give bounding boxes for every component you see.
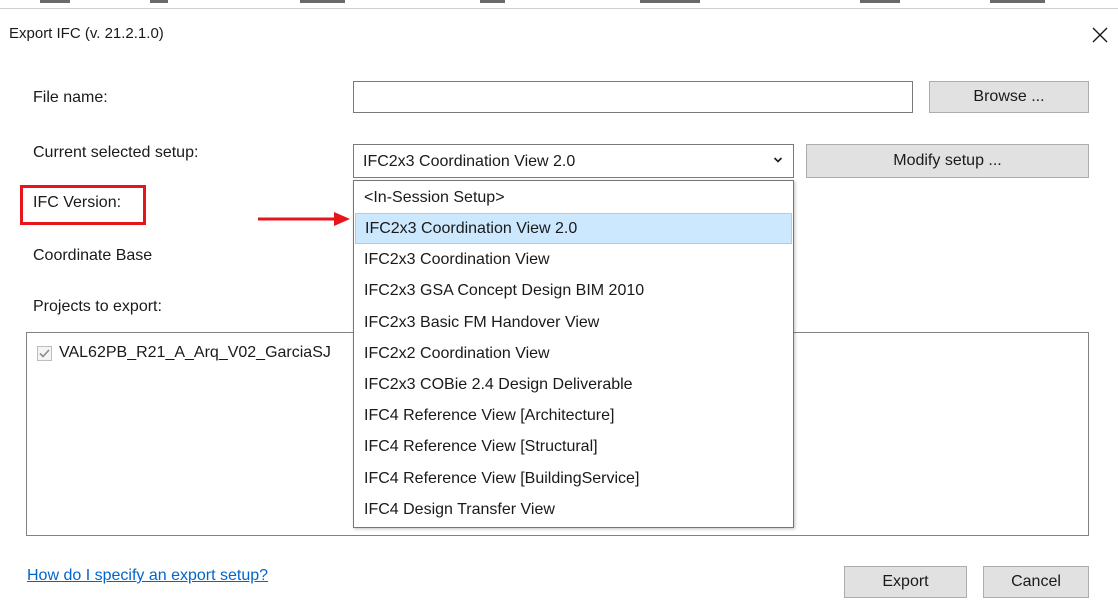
setup-dropdown-list: <In-Session Setup> IFC2x3 Coordination V… bbox=[353, 180, 794, 528]
annotation-highlight-box bbox=[20, 185, 146, 225]
close-button[interactable] bbox=[1082, 15, 1118, 55]
help-link[interactable]: How do I specify an export setup? bbox=[27, 567, 268, 585]
browse-button[interactable]: Browse ... bbox=[929, 81, 1089, 113]
background-app-strip bbox=[0, 0, 1118, 8]
export-ifc-dialog: Export IFC (v. 21.2.1.0) File name: Brow… bbox=[0, 8, 1118, 603]
cancel-button[interactable]: Cancel bbox=[983, 566, 1089, 598]
projects-label: Projects to export: bbox=[33, 298, 162, 315]
modify-setup-button[interactable]: Modify setup ... bbox=[806, 144, 1089, 178]
dropdown-option[interactable]: IFC4 Reference View [BuildingService] bbox=[355, 463, 792, 494]
dropdown-option[interactable]: IFC2x3 Coordination View bbox=[355, 244, 792, 275]
title-bar: Export IFC (v. 21.2.1.0) bbox=[0, 9, 1118, 59]
file-name-input[interactable] bbox=[353, 81, 913, 113]
export-button[interactable]: Export bbox=[844, 566, 967, 598]
dropdown-option[interactable]: IFC4 Design Transfer View bbox=[355, 494, 792, 525]
coordinate-base-label: Coordinate Base bbox=[33, 247, 153, 264]
setup-combobox[interactable]: IFC2x3 Coordination View 2.0 bbox=[353, 144, 794, 178]
dialog-title: Export IFC (v. 21.2.1.0) bbox=[9, 25, 164, 42]
close-icon bbox=[1092, 27, 1108, 43]
project-name: VAL62PB_R21_A_Arq_V02_GarciaSJ bbox=[59, 344, 331, 361]
dropdown-option[interactable]: <In-Session Setup> bbox=[355, 182, 792, 213]
setup-label: Current selected setup: bbox=[33, 144, 199, 161]
project-item[interactable]: VAL62PB_R21_A_Arq_V02_GarciaSJ bbox=[37, 343, 331, 363]
dropdown-option[interactable]: IFC2x2 Coordination View bbox=[355, 338, 792, 369]
annotation-arrow-icon bbox=[258, 212, 350, 226]
dropdown-option[interactable]: IFC2x3 COBie 2.4 Design Deliverable bbox=[355, 369, 792, 400]
file-name-label: File name: bbox=[33, 89, 108, 106]
dropdown-option[interactable]: IFC2x3 Basic FM Handover View bbox=[355, 307, 792, 338]
dropdown-option[interactable]: IFC2x3 GSA Concept Design BIM 2010 bbox=[355, 275, 792, 306]
dropdown-option-selected[interactable]: IFC2x3 Coordination View 2.0 bbox=[355, 213, 792, 244]
dropdown-option[interactable]: IFC4 Reference View [Architecture] bbox=[355, 400, 792, 431]
project-checkbox[interactable] bbox=[37, 345, 52, 361]
checkmark-icon bbox=[39, 348, 50, 358]
dropdown-option[interactable]: IFC4 Reference View [Structural] bbox=[355, 431, 792, 462]
setup-combobox-value: IFC2x3 Coordination View 2.0 bbox=[363, 153, 576, 170]
chevron-down-icon bbox=[773, 157, 783, 163]
